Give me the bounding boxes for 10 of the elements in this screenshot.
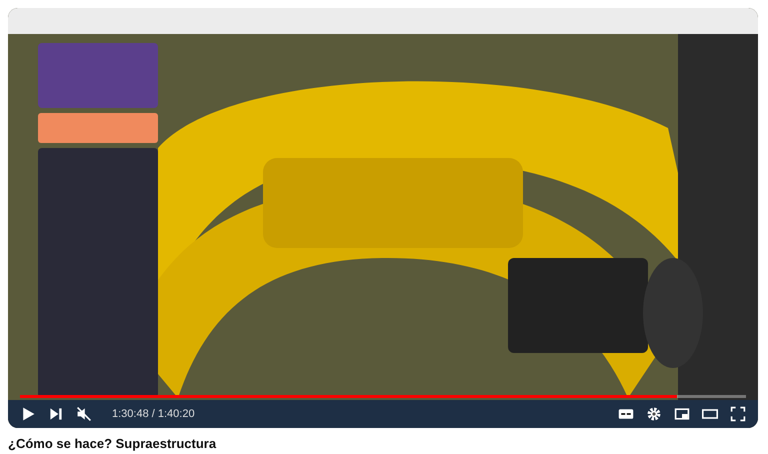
next-icon[interactable] — [48, 406, 64, 422]
settings-icon[interactable] — [646, 406, 662, 422]
play-icon[interactable] — [20, 406, 36, 422]
miniplayer-icon[interactable] — [674, 406, 690, 422]
video-title: ¿Cómo se hace? Supraestructura — [8, 436, 218, 451]
captions-icon[interactable] — [618, 406, 634, 422]
mute-icon[interactable] — [76, 406, 92, 422]
theater-icon[interactable] — [702, 406, 718, 422]
video-time: 1:30:48 / 1:40:20 — [112, 408, 195, 420]
fullscreen-icon[interactable] — [730, 406, 746, 422]
